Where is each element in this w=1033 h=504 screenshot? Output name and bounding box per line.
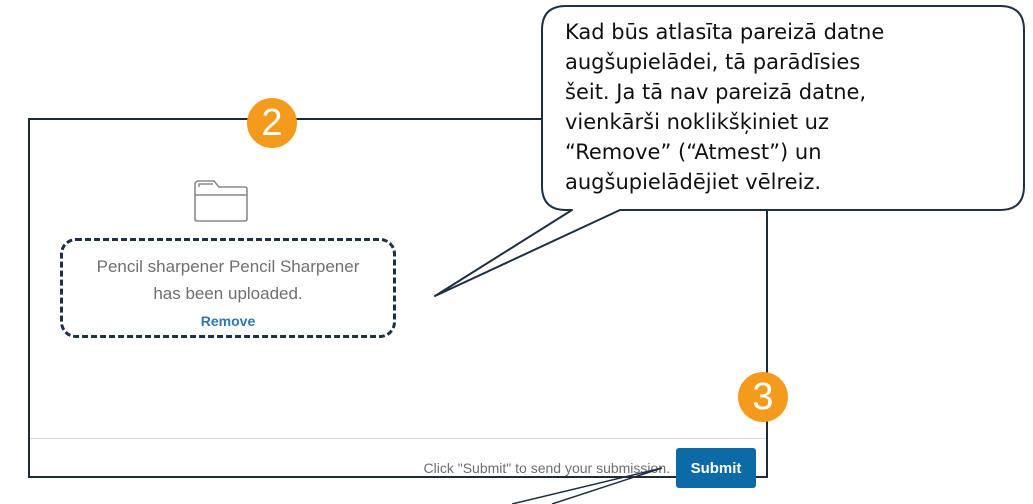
bottom-callout-pointer [511,467,663,504]
